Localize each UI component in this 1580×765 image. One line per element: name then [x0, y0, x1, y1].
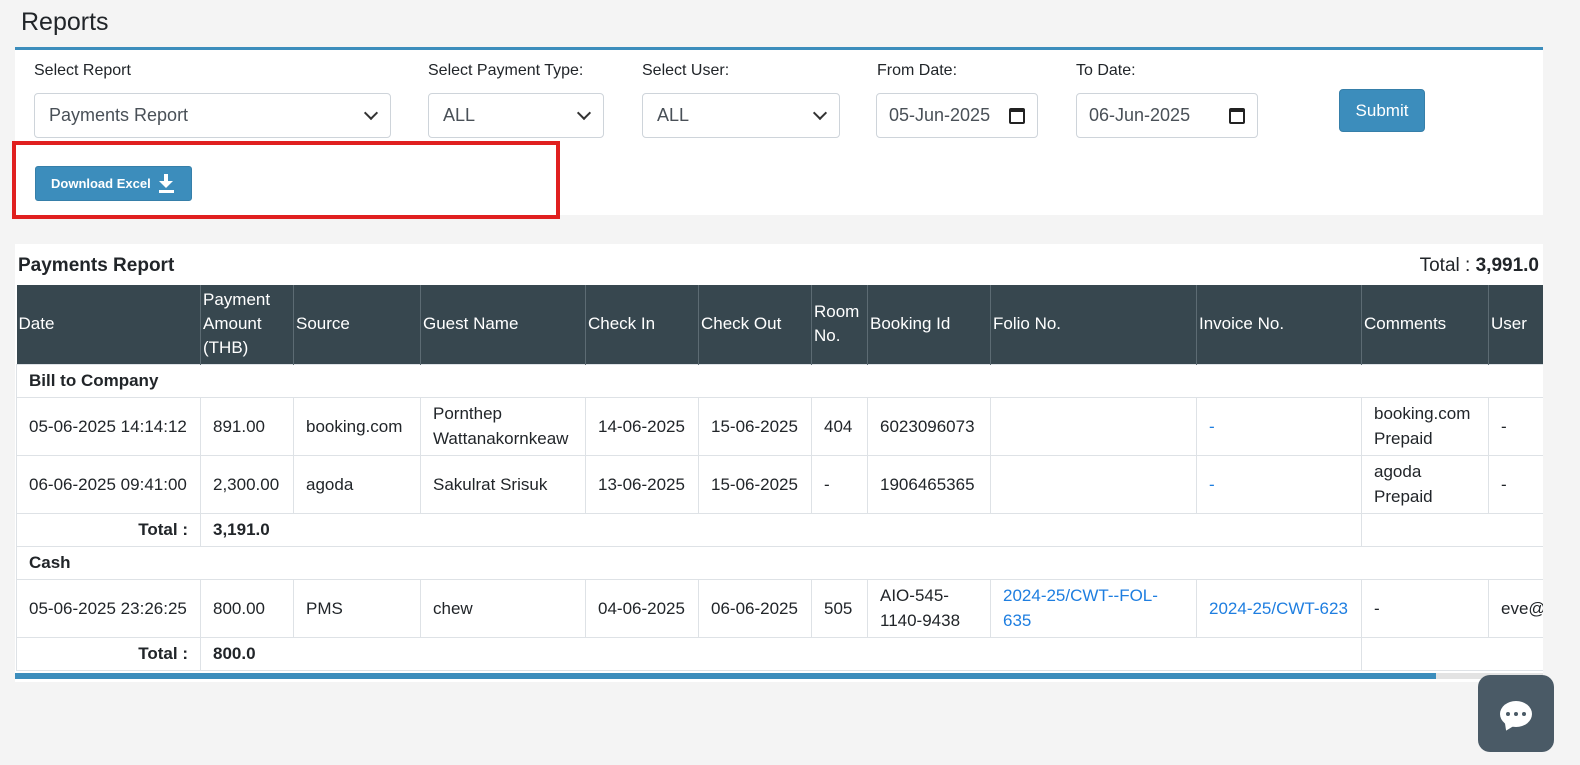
column-header: Payment Amount (THB)	[200, 285, 294, 364]
select-report-label: Select Report	[34, 62, 131, 79]
cell-user: -	[1488, 396, 1543, 456]
scrollbar-thumb[interactable]	[15, 673, 1436, 679]
group-name: Bill to Company	[16, 363, 1543, 398]
cell-folio-link[interactable]	[990, 454, 1197, 514]
group-total-value: 800.0	[200, 636, 1362, 671]
column-header: Source	[293, 285, 421, 364]
group-total-label: Total :	[16, 636, 201, 671]
cell-user: eve@	[1488, 578, 1543, 638]
select-report-dropdown[interactable]: Payments Report	[34, 93, 391, 138]
cell-date: 06-06-2025 09:41:00	[16, 454, 201, 514]
cell-room: 505	[811, 578, 868, 638]
cell-source: booking.com	[293, 396, 421, 456]
from-date-input[interactable]: 05-Jun-2025	[876, 93, 1038, 138]
cell-comments: -	[1361, 578, 1489, 638]
to-date-input[interactable]: 06-Jun-2025	[1076, 93, 1258, 138]
cell-amount: 2,300.00	[200, 454, 294, 514]
download-excel-label: Download Excel	[51, 176, 151, 191]
cell-folio-link[interactable]	[990, 396, 1197, 456]
chevron-down-icon	[576, 105, 592, 121]
cell-comments: booking.com Prepaid	[1361, 396, 1489, 456]
cell-room: -	[811, 454, 868, 514]
column-header: Booking Id	[867, 285, 991, 364]
column-header: Date	[16, 285, 201, 364]
cell-check-in: 13-06-2025	[585, 454, 699, 514]
cell-source: PMS	[293, 578, 421, 638]
report-total-value: 3,991.0	[1475, 255, 1539, 276]
select-user-dropdown[interactable]: ALL	[642, 93, 840, 138]
from-date-value: 05-Jun-2025	[889, 105, 991, 125]
group-row: Cash	[16, 545, 1543, 580]
group-total-row: Total : 800.0	[16, 636, 1543, 671]
table-row: 05-06-2025 14:14:12 891.00 booking.com P…	[16, 396, 1543, 456]
group-row: Bill to Company	[16, 363, 1543, 398]
download-icon	[158, 174, 174, 193]
download-excel-button[interactable]: Download Excel	[35, 166, 192, 201]
group-total-row: Total : 3,191.0	[16, 512, 1543, 547]
payments-table: Date Payment Amount (THB) Source Guest N…	[16, 285, 1543, 671]
payment-type-dropdown[interactable]: ALL	[428, 93, 604, 138]
column-header: Check Out	[698, 285, 812, 364]
horizontal-scrollbar[interactable]	[15, 673, 1543, 679]
chat-button[interactable]	[1478, 675, 1554, 752]
cell-check-in: 04-06-2025	[585, 578, 699, 638]
group-total-label: Total :	[16, 512, 201, 547]
page-title: Reports	[21, 8, 109, 36]
cell-guest: chew	[420, 578, 586, 638]
cell-check-out: 15-06-2025	[698, 454, 812, 514]
cell-source: agoda	[293, 454, 421, 514]
group-name: Cash	[16, 545, 1543, 580]
select-user-label: Select User:	[642, 62, 730, 79]
cell-room: 404	[811, 396, 868, 456]
calendar-icon[interactable]	[1229, 107, 1245, 124]
group-total-value: 3,191.0	[200, 512, 1362, 547]
from-date-label: From Date:	[877, 62, 958, 79]
column-header: Comments	[1361, 285, 1489, 364]
cell-user: -	[1488, 454, 1543, 514]
column-header: Folio No.	[990, 285, 1197, 364]
to-date-label: To Date:	[1076, 62, 1136, 79]
submit-button[interactable]: Submit	[1339, 89, 1425, 132]
cell-booking-id: AIO-545-1140-9438	[867, 578, 991, 638]
report-panel: Payments Report Total : 3,991.0 Date Pay…	[15, 244, 1543, 682]
cell-amount: 891.00	[200, 396, 294, 456]
chat-icon	[1500, 700, 1532, 727]
cell-invoice-link[interactable]: 2024-25/CWT-623	[1196, 578, 1362, 638]
cell-guest: Sakulrat Srisuk	[420, 454, 586, 514]
payment-type-value: ALL	[443, 105, 476, 125]
chevron-down-icon	[812, 105, 828, 121]
select-user-value: ALL	[657, 105, 690, 125]
cell-date: 05-06-2025 23:26:25	[16, 578, 201, 638]
cell-amount: 800.00	[200, 578, 294, 638]
table-header-row: Date Payment Amount (THB) Source Guest N…	[16, 285, 1543, 364]
report-title: Payments Report	[18, 255, 175, 276]
cell-invoice-link[interactable]: -	[1196, 396, 1362, 456]
select-report-value: Payments Report	[49, 105, 189, 125]
payment-type-label: Select Payment Type:	[428, 62, 584, 79]
cell-check-in: 14-06-2025	[585, 396, 699, 456]
calendar-icon[interactable]	[1009, 107, 1025, 124]
cell-date: 05-06-2025 14:14:12	[16, 396, 201, 456]
report-grand-total: Total : 3,991.0	[1420, 255, 1539, 277]
cell-invoice-link[interactable]: -	[1196, 454, 1362, 514]
cell-check-out: 06-06-2025	[698, 578, 812, 638]
column-header: Invoice No.	[1196, 285, 1362, 364]
chevron-down-icon	[363, 105, 379, 121]
cell-folio-link[interactable]: 2024-25/CWT--FOL-635	[990, 578, 1197, 638]
column-header: User	[1488, 285, 1543, 364]
cell-booking-id: 6023096073	[867, 396, 991, 456]
cell-booking-id: 1906465365	[867, 454, 991, 514]
column-header: Room No.	[811, 285, 868, 364]
table-row: 06-06-2025 09:41:00 2,300.00 agoda Sakul…	[16, 454, 1543, 514]
cell-comments: agoda Prepaid	[1361, 454, 1489, 514]
report-total-label: Total :	[1419, 255, 1471, 276]
column-header: Guest Name	[420, 285, 586, 364]
table-row: 05-06-2025 23:26:25 800.00 PMS chew 04-0…	[16, 578, 1543, 638]
cell-guest: Pornthep Wattanakornkeaw	[420, 396, 586, 456]
to-date-value: 06-Jun-2025	[1089, 105, 1191, 125]
column-header: Check In	[585, 285, 699, 364]
cell-check-out: 15-06-2025	[698, 396, 812, 456]
